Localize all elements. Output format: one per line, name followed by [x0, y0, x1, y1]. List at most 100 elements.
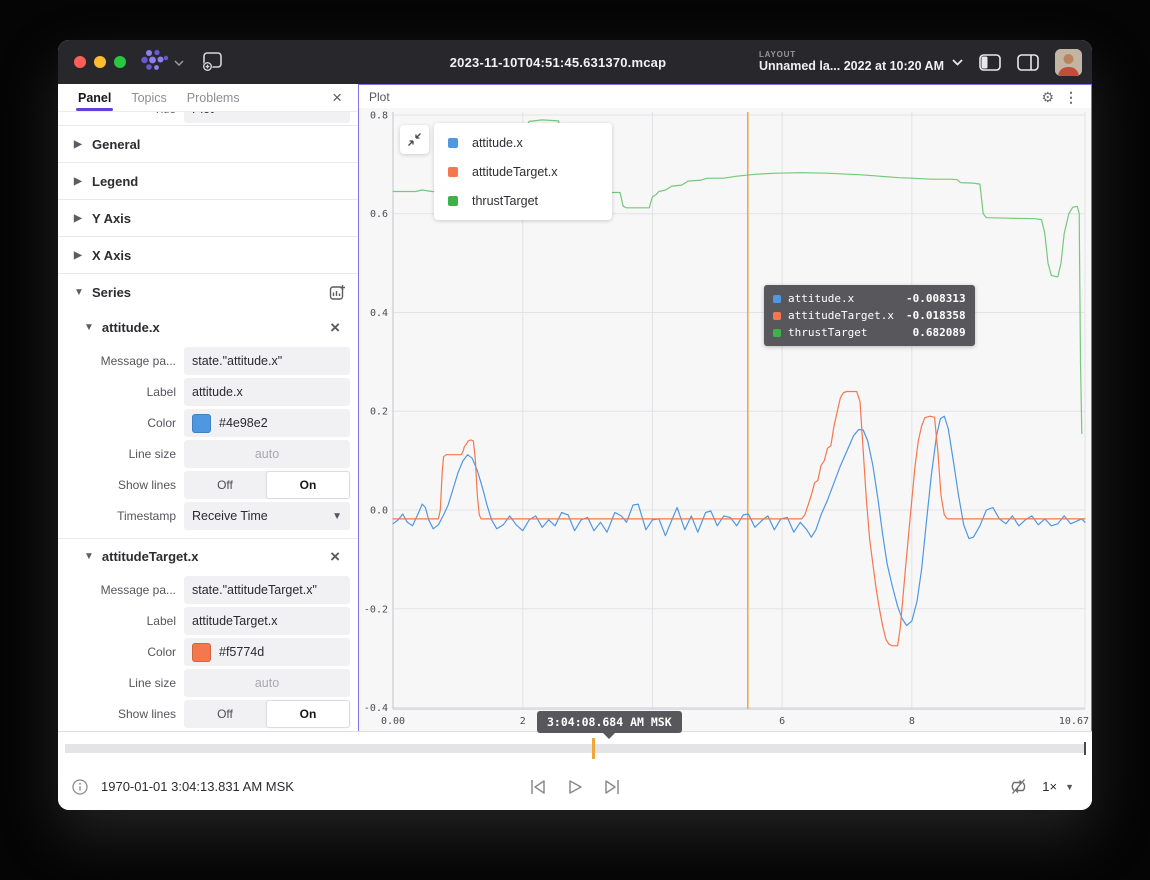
legend-item-attitude-target-x[interactable]: attitudeTarget.x	[434, 157, 612, 186]
series-header-attitude-x[interactable]: ▼ attitude.x ×	[58, 310, 358, 344]
show-lines-on-button[interactable]: On	[266, 471, 350, 499]
left-sidebar-toggle-icon[interactable]	[979, 54, 1001, 71]
label-input[interactable]: attitude.x	[184, 378, 350, 406]
tooltip-value: -0.018358	[906, 309, 966, 322]
field-color: Color #f5774d	[58, 638, 350, 666]
svg-text:0.00: 0.00	[381, 716, 405, 727]
layout-selector[interactable]: LAYOUT Unnamed la... 2022 at 10:20 AM	[759, 51, 963, 74]
plot-panel-header[interactable]: Plot ⚙ ⋮	[359, 85, 1091, 108]
panel-menu-kebab-icon[interactable]: ⋮	[1059, 90, 1083, 104]
speed-value: 1×	[1042, 779, 1057, 794]
delete-series-icon[interactable]: ×	[324, 548, 346, 565]
color-input[interactable]: #f5774d	[184, 638, 350, 666]
chevron-down-icon: ▼	[1065, 782, 1074, 792]
minimize-window-button[interactable]	[94, 56, 106, 68]
hover-values-tooltip: attitude.x -0.008313 attitudeTarget.x -0…	[764, 285, 975, 346]
message-path-input[interactable]: state."attitudeTarget.x"	[184, 576, 350, 604]
sidebar-close-icon[interactable]: ×	[326, 89, 348, 106]
collapsed-caret-icon: ▶	[74, 213, 82, 224]
section-y-axis[interactable]: ▶ Y Axis	[58, 199, 358, 236]
field-label: Color	[58, 645, 184, 659]
collapsed-caret-icon: ▶	[74, 176, 82, 187]
color-swatch[interactable]	[192, 643, 211, 662]
legend-label: thrustTarget	[472, 194, 538, 208]
color-hex: #4e98e2	[219, 416, 268, 430]
play-button-icon[interactable]	[565, 778, 585, 796]
scrubber-playhead[interactable]	[592, 738, 595, 759]
tooltip-value: 0.682089	[906, 326, 966, 339]
timeline-scrubber	[58, 732, 1092, 764]
svg-text:0.6: 0.6	[370, 209, 388, 220]
field-label: Line size	[58, 447, 184, 461]
field-line-size: Line size auto	[58, 440, 350, 468]
plot-legend: attitude.x attitudeTarget.x thrustTarget	[434, 123, 612, 220]
legend-label: attitudeTarget.x	[472, 165, 557, 179]
section-label: Series	[92, 285, 131, 300]
playback-speed-select[interactable]: 1× ▼	[1042, 779, 1074, 794]
show-lines-toggle: Off On	[184, 471, 350, 499]
show-lines-on-button[interactable]: On	[266, 700, 350, 728]
timestamp-value: Receive Time	[192, 509, 268, 523]
section-label: X Axis	[92, 248, 131, 263]
legend-swatch[interactable]	[448, 138, 458, 148]
series-header-attitude-target-x[interactable]: ▼ attitudeTarget.x ×	[58, 538, 358, 573]
tab-panel[interactable]: Panel	[68, 84, 121, 111]
collapsed-caret-icon: ▶	[74, 250, 82, 261]
add-panel-icon[interactable]	[200, 51, 224, 73]
legend-label: attitude.x	[472, 136, 523, 150]
chart-region: 0.80.60.40.20.0-0.2-0.40.00246810.67 att…	[359, 108, 1091, 731]
scrubber-end-marker	[1084, 742, 1086, 755]
line-size-input[interactable]: auto	[184, 440, 350, 468]
color-swatch[interactable]	[192, 414, 211, 433]
scrubber-hover-time-tooltip: 3:04:08.684 AM MSK	[537, 711, 682, 733]
clipped-title-row: Title Plot	[58, 112, 358, 125]
section-general[interactable]: ▶ General	[58, 125, 358, 162]
info-icon[interactable]	[72, 779, 88, 795]
legend-swatch[interactable]	[448, 196, 458, 206]
add-series-icon[interactable]	[329, 284, 346, 301]
section-legend[interactable]: ▶ Legend	[58, 162, 358, 199]
svg-text:-0.2: -0.2	[364, 604, 388, 615]
collapsed-caret-icon: ▶	[74, 139, 82, 150]
tooltip-label: attitudeTarget.x	[788, 309, 906, 322]
main-area: Panel Topics Problems × Title Plot ▶ Gen…	[58, 84, 1092, 732]
timestamp-select[interactable]: Receive Time ▼	[184, 502, 350, 530]
field-show-lines: Show lines Off On	[58, 471, 350, 499]
tab-topics[interactable]: Topics	[121, 84, 176, 111]
scrubber-track[interactable]	[65, 744, 1086, 753]
user-avatar[interactable]	[1055, 49, 1082, 76]
section-x-axis[interactable]: ▶ X Axis	[58, 236, 358, 273]
legend-item-attitude-x[interactable]: attitude.x	[434, 128, 612, 157]
app-menu-chevron-icon[interactable]	[174, 53, 184, 71]
legend-item-thrust-target[interactable]: thrustTarget	[434, 186, 612, 215]
show-lines-off-button[interactable]: Off	[184, 700, 266, 728]
svg-text:0.8: 0.8	[370, 110, 388, 121]
maximize-window-button[interactable]	[114, 56, 126, 68]
loop-disabled-icon[interactable]	[1009, 777, 1028, 796]
playback-bar: 1970-01-01 3:04:13.831 AM MSK	[58, 731, 1092, 810]
tooltip-label: thrustTarget	[788, 326, 906, 339]
svg-text:0.0: 0.0	[370, 506, 388, 517]
seek-backward-icon[interactable]	[528, 778, 548, 796]
message-path-input[interactable]: state."attitude.x"	[184, 347, 350, 375]
tab-problems[interactable]: Problems	[177, 84, 250, 111]
svg-text:6: 6	[779, 716, 785, 727]
series-name: attitude.x	[102, 320, 160, 335]
legend-swatch[interactable]	[448, 167, 458, 177]
show-lines-off-button[interactable]: Off	[184, 471, 266, 499]
color-input[interactable]: #4e98e2	[184, 409, 350, 437]
section-series[interactable]: ▼ Series	[58, 273, 358, 310]
color-hex: #f5774d	[219, 645, 264, 659]
close-window-button[interactable]	[74, 56, 86, 68]
foxglove-logo-icon[interactable]	[140, 49, 170, 76]
right-sidebar-toggle-icon[interactable]	[1017, 54, 1039, 71]
seek-forward-icon[interactable]	[602, 778, 622, 796]
section-label: General	[92, 137, 140, 152]
panel-settings-gear-icon[interactable]: ⚙	[1036, 90, 1059, 104]
line-size-input[interactable]: auto	[184, 669, 350, 697]
title-field-input[interactable]: Plot	[184, 112, 350, 123]
svg-text:0.2: 0.2	[370, 407, 388, 418]
legend-collapse-button[interactable]	[400, 125, 429, 154]
delete-series-icon[interactable]: ×	[324, 319, 346, 336]
label-input[interactable]: attitudeTarget.x	[184, 607, 350, 635]
